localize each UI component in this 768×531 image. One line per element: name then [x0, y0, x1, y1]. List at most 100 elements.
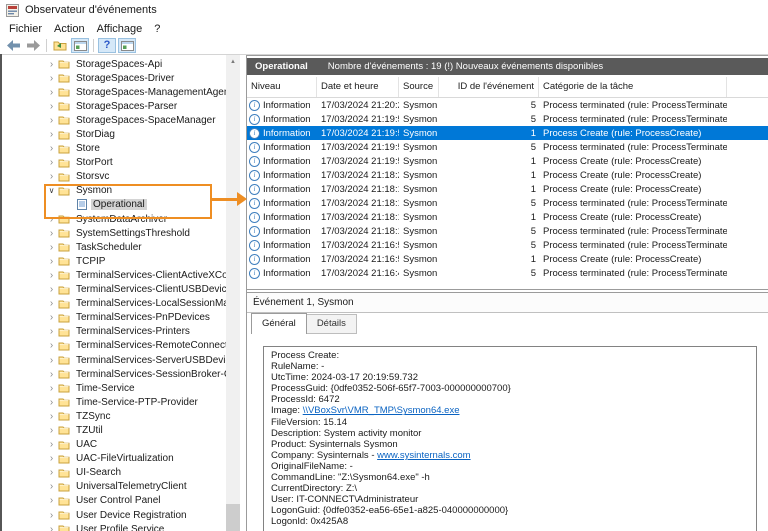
tree-item-terminalservices-serverusbdevices[interactable]: ›TerminalServices-ServerUSBDevices [2, 353, 226, 367]
forward-icon[interactable] [24, 38, 42, 53]
chevron-right-icon[interactable]: › [45, 59, 58, 70]
tree-item-universaltelemetryclient[interactable]: ›UniversalTelemetryClient [2, 480, 226, 494]
event-row[interactable]: iInformation17/03/2024 21:16:52Sysmon1Pr… [247, 252, 768, 266]
event-row[interactable]: iInformation17/03/2024 21:19:59Sysmon5Pr… [247, 112, 768, 126]
chevron-right-icon[interactable]: › [45, 510, 58, 521]
tree-item-tzsync[interactable]: ›TZSync [2, 409, 226, 423]
event-row[interactable]: iInformation17/03/2024 21:18:19Sysmon1Pr… [247, 182, 768, 196]
chevron-right-icon[interactable]: › [45, 397, 58, 408]
show-console-tree-icon[interactable] [118, 38, 136, 53]
chevron-right-icon[interactable]: › [45, 355, 58, 366]
chevron-right-icon[interactable]: › [45, 495, 58, 506]
chevron-right-icon[interactable]: › [45, 298, 58, 309]
column-header-niveau[interactable]: Niveau [247, 77, 317, 97]
tree-item-systemdataarchiver[interactable]: ›SystemDataArchiver [2, 212, 226, 226]
event-row[interactable]: iInformation17/03/2024 21:16:40Sysmon5Pr… [247, 266, 768, 280]
tree-item-storagespaces-parser[interactable]: ›StorageSpaces-Parser [2, 99, 226, 113]
chevron-down-icon[interactable]: ∨ [45, 186, 58, 195]
event-row[interactable]: iInformation17/03/2024 21:19:59Sysmon1Pr… [247, 126, 768, 140]
column-header-event-id[interactable]: ID de l'événement [439, 77, 539, 97]
event-row[interactable]: iInformation17/03/2024 21:19:50Sysmon1Pr… [247, 154, 768, 168]
chevron-right-icon[interactable]: › [45, 157, 58, 168]
chevron-right-icon[interactable]: › [45, 270, 58, 281]
chevron-right-icon[interactable]: › [45, 481, 58, 492]
back-icon[interactable] [4, 38, 22, 53]
chevron-right-icon[interactable]: › [45, 411, 58, 422]
chevron-right-icon[interactable]: › [45, 143, 58, 154]
event-row[interactable]: iInformation17/03/2024 21:18:16Sysmon5Pr… [247, 224, 768, 238]
tab-g-n-ral[interactable]: Général [251, 313, 307, 334]
chevron-right-icon[interactable]: › [45, 383, 58, 394]
tree-item-terminalservices-sessionbroker-clien[interactable]: ›TerminalServices-SessionBroker-Clien [2, 367, 226, 381]
tree-item-terminalservices-clientactivexcore[interactable]: ›TerminalServices-ClientActiveXCore [2, 268, 226, 282]
chevron-right-icon[interactable]: › [45, 326, 58, 337]
tree-item-storagespaces-spacemanager[interactable]: ›StorageSpaces-SpaceManager [2, 113, 226, 127]
menu-fichier[interactable]: Fichier [3, 22, 48, 36]
tree-item-storagespaces-managementagent[interactable]: ›StorageSpaces-ManagementAgent [2, 85, 226, 99]
console-window-icon[interactable] [71, 38, 89, 53]
chevron-right-icon[interactable]: › [45, 425, 58, 436]
tree-item-time-service-ptp-provider[interactable]: ›Time-Service-PTP-Provider [2, 395, 226, 409]
detail-link[interactable]: www.sysinternals.com [377, 450, 470, 461]
column-header-date[interactable]: Date et heure [317, 77, 399, 97]
chevron-right-icon[interactable]: › [45, 115, 58, 126]
tree-item-store[interactable]: ›Store [2, 142, 226, 156]
open-folder-icon[interactable] [51, 38, 69, 53]
menu-help[interactable]: ? [148, 22, 166, 36]
event-row[interactable]: iInformation17/03/2024 21:16:53Sysmon5Pr… [247, 238, 768, 252]
tree-scrollbar[interactable]: ▲ [226, 55, 240, 531]
chevron-right-icon[interactable]: › [45, 101, 58, 112]
chevron-right-icon[interactable]: › [45, 467, 58, 478]
chevron-right-icon[interactable]: › [45, 129, 58, 140]
chevron-right-icon[interactable]: › [45, 214, 58, 225]
scrollbar-thumb[interactable] [226, 504, 240, 531]
tree-item-storagespaces-api[interactable]: ›StorageSpaces-Api [2, 57, 226, 71]
tree-item-user-profile-service[interactable]: ›User Profile Service [2, 522, 226, 531]
tree-item-tcpip[interactable]: ›TCPIP [2, 254, 226, 268]
tree-item-systemsettingsthreshold[interactable]: ›SystemSettingsThreshold [2, 226, 226, 240]
chevron-right-icon[interactable]: › [45, 340, 58, 351]
tree-item-uac[interactable]: ›UAC [2, 438, 226, 452]
tree-item-uac-filevirtualization[interactable]: ›UAC-FileVirtualization [2, 452, 226, 466]
tree-item-sysmon[interactable]: ∨Sysmon [2, 184, 226, 198]
tree-item-taskscheduler[interactable]: ›TaskScheduler [2, 240, 226, 254]
chevron-right-icon[interactable]: › [45, 284, 58, 295]
tree-item-storsvc[interactable]: ›Storsvc [2, 170, 226, 184]
chevron-right-icon[interactable]: › [45, 312, 58, 323]
tree-item-terminalservices-printers[interactable]: ›TerminalServices-Printers [2, 325, 226, 339]
scroll-up-icon[interactable]: ▲ [226, 55, 240, 68]
tree-item-terminalservices-pnpdevices[interactable]: ›TerminalServices-PnPDevices [2, 311, 226, 325]
tree-item-storagespaces-driver[interactable]: ›StorageSpaces-Driver [2, 71, 226, 85]
column-header-source[interactable]: Source [399, 77, 439, 97]
tree-item-stordiag[interactable]: ›StorDiag [2, 127, 226, 141]
chevron-right-icon[interactable]: › [45, 453, 58, 464]
tree-item-operational[interactable]: Operational [2, 198, 226, 212]
chevron-right-icon[interactable]: › [45, 256, 58, 267]
chevron-right-icon[interactable]: › [45, 73, 58, 84]
tree-item-time-service[interactable]: ›Time-Service [2, 381, 226, 395]
chevron-right-icon[interactable]: › [45, 228, 58, 239]
event-row[interactable]: iInformation17/03/2024 21:20:24Sysmon5Pr… [247, 98, 768, 112]
tree-item-terminalservices-clientusbdevices[interactable]: ›TerminalServices-ClientUSBDevices [2, 283, 226, 297]
chevron-right-icon[interactable]: › [45, 87, 58, 98]
tree-item-user-control-panel[interactable]: ›User Control Panel [2, 494, 226, 508]
detail-link[interactable]: \\VBoxSvr\VMR_TMP\Sysmon64.exe [303, 405, 460, 416]
tree-item-storport[interactable]: ›StorPort [2, 156, 226, 170]
chevron-right-icon[interactable]: › [45, 524, 58, 531]
menu-action[interactable]: Action [48, 22, 91, 36]
help-icon[interactable]: ? [98, 38, 116, 53]
event-row[interactable]: iInformation17/03/2024 21:19:50Sysmon5Pr… [247, 140, 768, 154]
tab-d-tails[interactable]: Détails [307, 314, 357, 334]
chevron-right-icon[interactable]: › [45, 171, 58, 182]
tree-item-tzutil[interactable]: ›TZUtil [2, 423, 226, 437]
event-row[interactable]: iInformation17/03/2024 21:18:17Sysmon5Pr… [247, 196, 768, 210]
event-row[interactable]: iInformation17/03/2024 21:18:20Sysmon1Pr… [247, 168, 768, 182]
tree-item-ui-search[interactable]: ›UI-Search [2, 466, 226, 480]
chevron-right-icon[interactable]: › [45, 369, 58, 380]
column-header-category[interactable]: Catégorie de la tâche [539, 77, 727, 97]
menu-affichage[interactable]: Affichage [91, 22, 149, 36]
tree-item-terminalservices-localsessionmanag[interactable]: ›TerminalServices-LocalSessionManag [2, 297, 226, 311]
event-row[interactable]: iInformation17/03/2024 21:18:17Sysmon1Pr… [247, 210, 768, 224]
tree-item-user-device-registration[interactable]: ›User Device Registration [2, 508, 226, 522]
chevron-right-icon[interactable]: › [45, 242, 58, 253]
